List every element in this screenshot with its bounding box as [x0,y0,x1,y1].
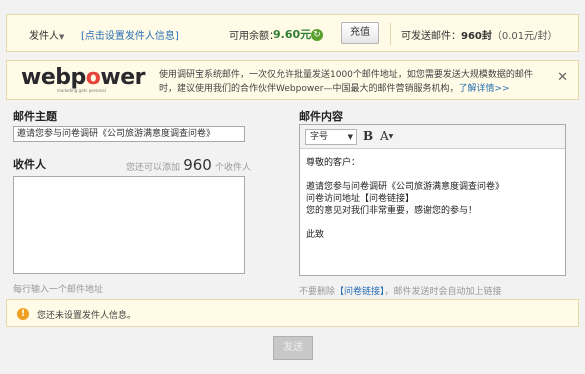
warning-icon: ! [17,308,29,320]
balance-label: 可用余额： [229,31,279,42]
sender-label: 发件人 [29,31,59,42]
sendable-info: 可发送邮件：960封（0.01元/封） [401,27,558,42]
recipients-label: 收件人 [13,158,46,171]
recipients-footer-hint: 每行输入一个邮件地址 [13,285,104,295]
divider [390,23,391,45]
partner-banner: webpower marketing gets personal 使用调研宝系统… [6,60,579,100]
font-size-select[interactable]: 字号 ▼ [305,129,357,145]
learn-more-link[interactable]: 了解详情>> [458,84,509,94]
sendable-label: 可发送邮件： [401,31,461,42]
refresh-icon[interactable]: ↻ [311,29,323,41]
survey-link-token: 【问卷链接】 [335,287,385,297]
font-color-button[interactable]: A▼ [380,129,393,143]
editor-toolbar: 字号 ▼ B A▼ [300,125,565,149]
chevron-down-icon: ▼ [59,33,65,41]
content-label: 邮件内容 [299,110,343,123]
chevron-down-icon: ▼ [347,133,353,141]
send-button[interactable]: 发送 [273,336,313,360]
rate-text: （0.01元/封） [491,31,558,42]
warning-bar: ! 您还未设置发件人信息。 [6,299,579,327]
subject-label: 邮件主题 [13,110,57,123]
warning-text: 您还未设置发件人信息。 [37,311,137,321]
recipients-textarea[interactable] [13,176,245,274]
recipient-capacity-count: 960 [183,156,212,174]
sendable-value: 960封 [461,31,492,42]
sender-dropdown[interactable]: 发件人▼ [29,27,64,42]
balance-value: 9.60元 [273,28,312,41]
set-sender-link[interactable]: [点击设置发件人信息] [81,27,179,42]
webpower-logo: webpower marketing gets personal [21,65,145,93]
subject-input[interactable]: 邀请您参与问卷调研《公司旅游满意度调查问卷》 [13,126,245,142]
account-bar: 发件人▼ [点击设置发件人信息] 可用余额： 9.60元 ↻ 充值 可发送邮件：… [6,14,579,52]
content-editor[interactable]: 字号 ▼ B A▼ 尊敬的客户： 邀请您参与问卷调研《公司旅游满意度调查问卷》 问… [299,124,566,276]
banner-message: 使用调研宝系统邮件，一次仅允许批量发送1000个邮件地址，如您需要发送大规模数据… [159,70,533,94]
content-footer-hint: 不要删除【问卷链接】，邮件发送时会自动加上链接 [299,287,502,297]
close-icon[interactable]: ✕ [557,70,568,85]
editor-body[interactable]: 尊敬的客户： 邀请您参与问卷调研《公司旅游满意度调查问卷》 问卷访问地址【问卷链… [306,157,504,241]
bold-button[interactable]: B [363,129,373,143]
recharge-button[interactable]: 充值 [341,22,379,44]
recipient-capacity-hint: 您还可以添加 960 个收件人 [126,156,252,174]
